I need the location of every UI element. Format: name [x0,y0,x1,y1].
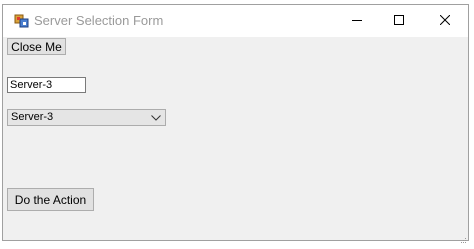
chevron-down-icon[interactable] [150,111,162,124]
close-me-button[interactable]: Close Me [7,38,66,55]
title-bar[interactable]: Server Selection Form [3,5,468,37]
app-window: Server Selection Form Close Me Server-3 [2,4,469,243]
minimize-button[interactable] [334,5,380,37]
form-client-area: Close Me Server-3 Do the Action [3,37,468,243]
window-title: Server Selection Form [34,13,164,28]
server-textbox[interactable] [7,77,86,93]
maximize-icon [394,12,404,30]
minimize-icon [352,12,362,30]
maximize-button[interactable] [376,5,422,37]
close-icon [439,12,451,30]
close-window-button[interactable] [422,5,468,37]
server-combobox-value: Server-3 [11,111,54,123]
resize-grip-icon[interactable] [459,231,467,243]
do-action-button[interactable]: Do the Action [7,188,94,211]
app-icon [14,13,30,29]
server-combobox[interactable]: Server-3 [7,109,166,126]
